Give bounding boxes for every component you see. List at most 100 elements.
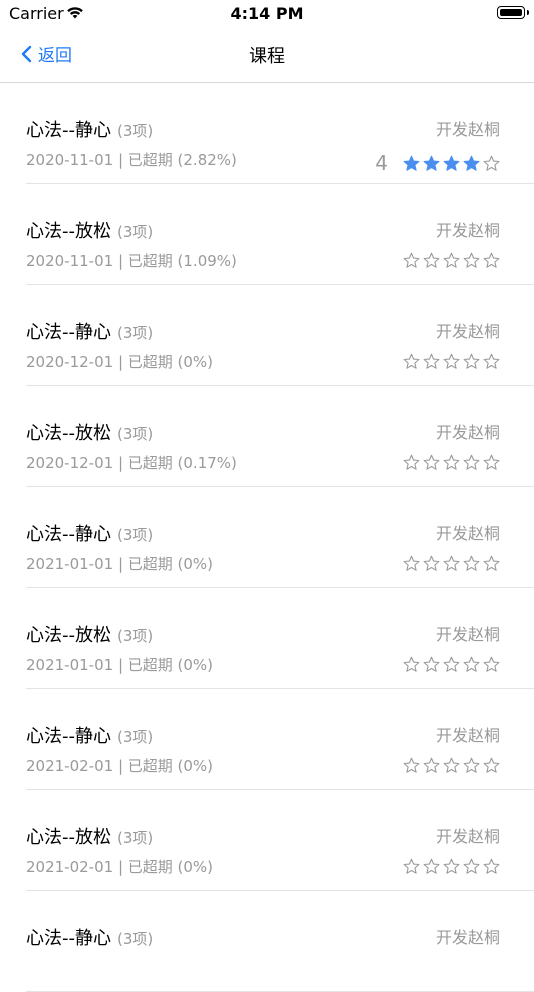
course-teacher: 开发赵桐 bbox=[435, 827, 500, 846]
star-rating bbox=[400, 656, 500, 673]
course-rating bbox=[388, 858, 500, 875]
course-row[interactable]: 心法--放松 (3项) 2021-01-01 | 已超期 (0%) 开发赵桐 bbox=[0, 588, 534, 689]
star-empty-icon bbox=[483, 858, 500, 875]
course-item-count: (3项) bbox=[117, 526, 154, 544]
star-empty-icon bbox=[483, 555, 500, 572]
course-meta: 2021-02-01 | 已超期 (0%) bbox=[26, 858, 214, 876]
course-item-count: (3项) bbox=[117, 425, 154, 443]
course-rating bbox=[388, 454, 500, 471]
course-list: 心法--静心 (3项) 2020-11-01 | 已超期 (2.82%) 开发赵桐 4 心… bbox=[0, 83, 534, 992]
battery-icon bbox=[497, 6, 529, 19]
course-rating: 4 bbox=[375, 151, 500, 175]
course-meta: 2020-11-01 | 已超期 (1.09%) bbox=[26, 252, 237, 270]
course-teacher: 开发赵桐 bbox=[435, 322, 500, 341]
course-meta: 2021-01-01 | 已超期 (0%) bbox=[26, 555, 214, 573]
course-meta: 2020-11-01 | 已超期 (2.82%) bbox=[26, 151, 237, 169]
course-item-count: (3项) bbox=[117, 728, 154, 746]
course-teacher: 开发赵桐 bbox=[435, 928, 500, 947]
status-bar: Carrier 4:14 PM bbox=[0, 0, 534, 28]
star-empty-icon bbox=[443, 353, 460, 370]
star-empty-icon bbox=[423, 454, 440, 471]
course-teacher: 开发赵桐 bbox=[435, 625, 500, 644]
course-title: 心法--放松 (3项) bbox=[26, 823, 153, 849]
star-empty-icon bbox=[483, 155, 500, 172]
star-empty-icon bbox=[463, 353, 480, 370]
course-meta: 2021-02-01 | 已超期 (0%) bbox=[26, 757, 214, 775]
course-teacher: 开发赵桐 bbox=[435, 423, 500, 442]
star-empty-icon bbox=[443, 858, 460, 875]
course-meta: 2020-12-01 | 已超期 (0.17%) bbox=[26, 454, 237, 472]
course-name: 心法--放松 bbox=[26, 221, 111, 242]
star-empty-icon bbox=[403, 353, 420, 370]
course-title: 心法--静心 (3项) bbox=[26, 520, 153, 546]
navigation-bar: 返回 课程 bbox=[0, 28, 534, 83]
course-name: 心法--放松 bbox=[26, 625, 111, 646]
course-rating bbox=[388, 353, 500, 370]
star-empty-icon bbox=[423, 252, 440, 269]
page-title: 课程 bbox=[249, 46, 285, 67]
star-rating bbox=[400, 555, 500, 572]
star-filled-icon bbox=[423, 155, 440, 172]
star-empty-icon bbox=[483, 252, 500, 269]
star-empty-icon bbox=[423, 555, 440, 572]
clock-time: 4:14 PM bbox=[230, 4, 304, 23]
course-teacher: 开发赵桐 bbox=[435, 726, 500, 745]
course-teacher: 开发赵桐 bbox=[435, 120, 500, 139]
course-rating bbox=[388, 555, 500, 572]
star-empty-icon bbox=[403, 757, 420, 774]
course-item-count: (3项) bbox=[117, 627, 154, 645]
star-empty-icon bbox=[423, 757, 440, 774]
course-name: 心法--放松 bbox=[26, 827, 111, 848]
course-title: 心法--静心 (3项) bbox=[26, 924, 153, 950]
star-empty-icon bbox=[403, 656, 420, 673]
star-filled-icon bbox=[443, 155, 460, 172]
star-empty-icon bbox=[443, 656, 460, 673]
course-meta: 2021-01-01 | 已超期 (0%) bbox=[26, 656, 214, 674]
course-name: 心法--静心 bbox=[26, 524, 111, 545]
course-row[interactable]: 心法--静心 (3项) 2021-01-01 | 已超期 (0%) 开发赵桐 bbox=[0, 487, 534, 588]
star-empty-icon bbox=[423, 656, 440, 673]
course-name: 心法--放松 bbox=[26, 423, 111, 444]
course-row[interactable]: 心法--放松 (3项) 2020-12-01 | 已超期 (0.17%) 开发赵桐 bbox=[0, 386, 534, 487]
star-empty-icon bbox=[483, 656, 500, 673]
course-row[interactable]: 心法--静心 (3项) 2020-11-01 | 已超期 (2.82%) 开发赵桐 4 bbox=[0, 83, 534, 184]
course-name: 心法--静心 bbox=[26, 928, 111, 949]
course-item-count: (3项) bbox=[117, 829, 154, 847]
course-name: 心法--静心 bbox=[26, 726, 111, 747]
course-row[interactable]: 心法--静心 (3项) 开发赵桐 bbox=[0, 891, 534, 992]
course-row[interactable]: 心法--静心 (3项) 2020-12-01 | 已超期 (0%) 开发赵桐 bbox=[0, 285, 534, 386]
star-empty-icon bbox=[403, 555, 420, 572]
star-empty-icon bbox=[443, 252, 460, 269]
course-rating bbox=[388, 252, 500, 269]
course-name: 心法--静心 bbox=[26, 322, 111, 343]
course-row[interactable]: 心法--静心 (3项) 2021-02-01 | 已超期 (0%) 开发赵桐 bbox=[0, 689, 534, 790]
course-item-count: (3项) bbox=[117, 122, 154, 140]
course-row[interactable]: 心法--放松 (3项) 2020-11-01 | 已超期 (1.09%) 开发赵桐 bbox=[0, 184, 534, 285]
star-empty-icon bbox=[443, 757, 460, 774]
star-empty-icon bbox=[443, 454, 460, 471]
star-empty-icon bbox=[463, 454, 480, 471]
course-title: 心法--静心 (3项) bbox=[26, 116, 153, 142]
course-title: 心法--放松 (3项) bbox=[26, 621, 153, 647]
star-empty-icon bbox=[463, 252, 480, 269]
star-empty-icon bbox=[443, 555, 460, 572]
star-empty-icon bbox=[423, 858, 440, 875]
course-meta: 2020-12-01 | 已超期 (0%) bbox=[26, 353, 214, 371]
star-empty-icon bbox=[483, 353, 500, 370]
course-row[interactable]: 心法--放松 (3项) 2021-02-01 | 已超期 (0%) 开发赵桐 bbox=[0, 790, 534, 891]
star-rating bbox=[400, 252, 500, 269]
star-rating bbox=[400, 454, 500, 471]
course-rating bbox=[388, 656, 500, 673]
star-filled-icon bbox=[463, 155, 480, 172]
course-title: 心法--静心 (3项) bbox=[26, 318, 153, 344]
star-empty-icon bbox=[483, 454, 500, 471]
star-rating bbox=[400, 757, 500, 774]
star-rating bbox=[400, 353, 500, 370]
star-empty-icon bbox=[463, 757, 480, 774]
star-empty-icon bbox=[463, 858, 480, 875]
star-empty-icon bbox=[483, 757, 500, 774]
course-title: 心法--放松 (3项) bbox=[26, 217, 153, 243]
rating-number: 4 bbox=[375, 151, 388, 175]
star-filled-icon bbox=[403, 155, 420, 172]
course-rating bbox=[388, 757, 500, 774]
